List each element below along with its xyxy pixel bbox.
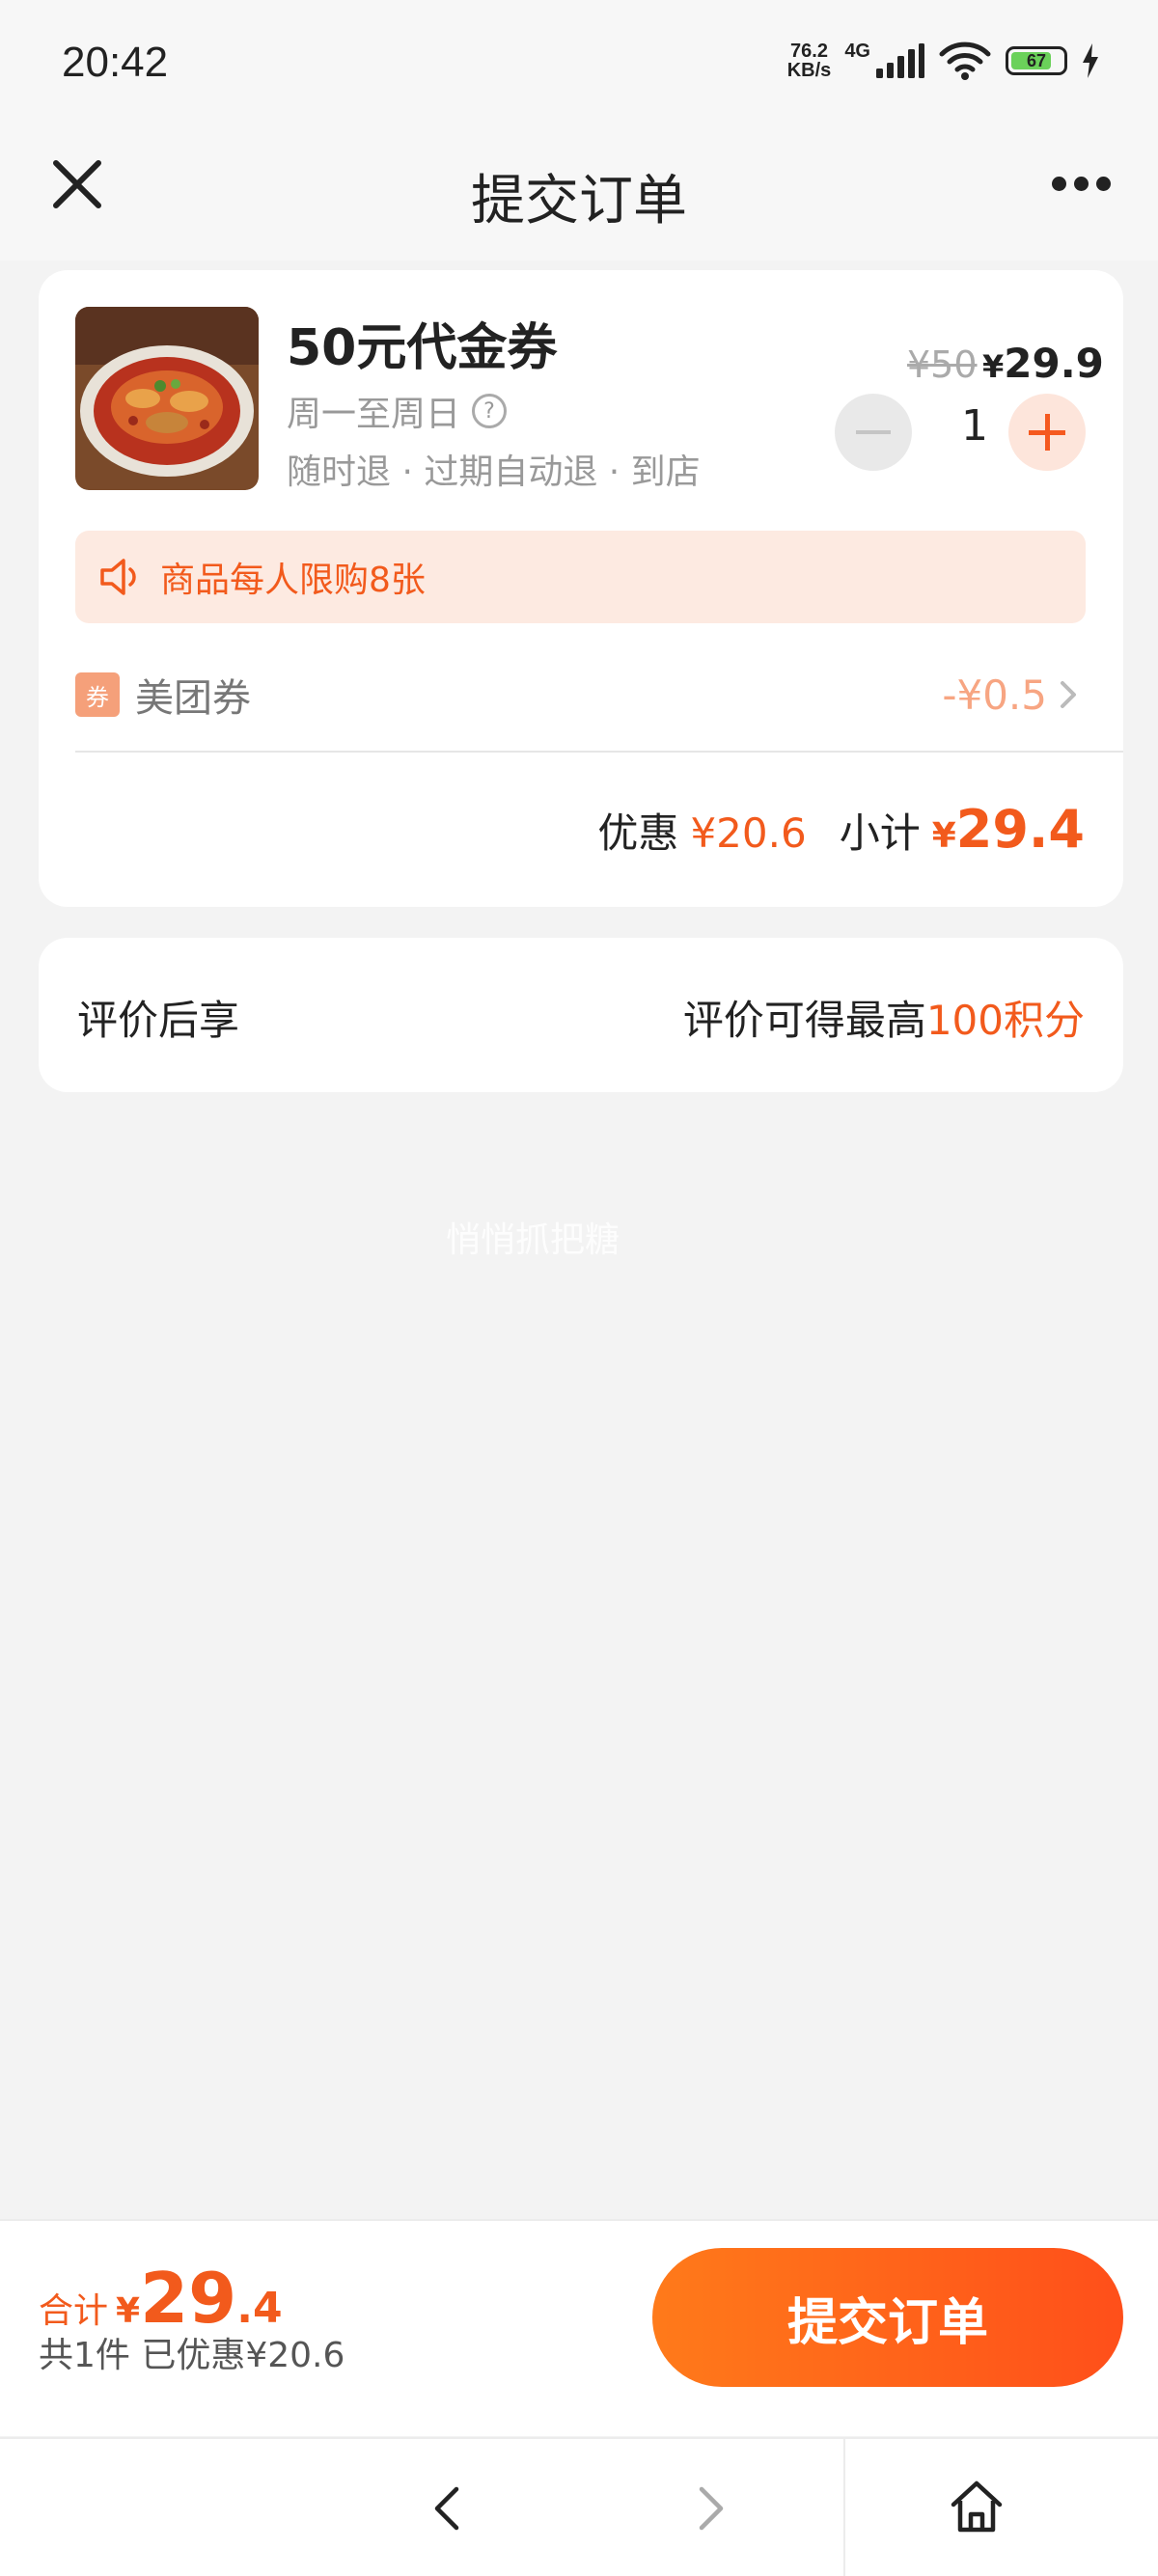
watermark: 悄悄抓把糖 <box>446 1220 620 1260</box>
submit-order-button[interactable]: 提交订单 <box>652 2248 1123 2387</box>
review-reward-points: 100积分 <box>925 997 1085 1044</box>
discount-value: ¥20.6 <box>690 809 807 857</box>
network-type: 4G <box>844 41 870 62</box>
coupon-value: -¥0.5 <box>942 671 1047 719</box>
review-reward-card: 评价后享 评价可得最高100积分 <box>39 938 1123 1092</box>
more-icon[interactable] <box>1042 159 1119 207</box>
order-card: 50元代金券 周一至周日 ? 随时退 · 过期自动退 · 到店 ¥50 ¥29.… <box>39 270 1123 907</box>
subtotal-yen: ¥ <box>931 816 956 856</box>
forward-icon[interactable] <box>680 2480 738 2537</box>
subtotal-value: ¥29.4 <box>932 799 1085 860</box>
status-bar: 20:42 76.2 KB/s 4G 67 <box>0 0 1158 130</box>
status-icons: 76.2 KB/s 4G 67 <box>787 41 1100 81</box>
original-price: ¥50 <box>907 343 978 386</box>
network-speed-value: 76.2 <box>790 41 828 62</box>
help-icon[interactable]: ? <box>472 394 508 428</box>
discount-label: 优惠 <box>597 809 679 857</box>
chevron-right-icon <box>1061 681 1076 708</box>
wifi-icon <box>939 41 991 80</box>
valid-days-text: 周一至周日 <box>287 395 461 434</box>
coupon-tag-icon: 券 <box>75 672 120 717</box>
nav-bar: 提交订单 <box>0 130 1158 260</box>
network-speed-unit: KB/s <box>786 60 832 81</box>
minus-icon <box>856 430 891 434</box>
signal-icon <box>876 43 924 78</box>
speaker-icon <box>100 559 136 595</box>
subtotal-amount: 29.4 <box>955 799 1085 860</box>
quantity-value: 1 <box>961 401 988 451</box>
current-price-yen: ¥ <box>982 348 1005 385</box>
product-tags: 随时退 · 过期自动退 · 到店 <box>287 452 701 492</box>
product-image <box>75 307 259 490</box>
total-label: 合计 <box>39 2291 109 2331</box>
purchase-limit-text: 商品每人限购8张 <box>160 561 426 600</box>
divider <box>843 2439 845 2576</box>
increase-quantity-button[interactable] <box>1008 394 1086 471</box>
review-reward-label: 评价后享 <box>77 997 240 1044</box>
status-time: 20:42 <box>62 39 169 86</box>
current-price: ¥29.9 <box>982 340 1104 387</box>
current-price-value: 29.9 <box>1004 340 1104 387</box>
coupon-row[interactable]: 券 美团券 -¥0.5 <box>75 656 1086 733</box>
valid-days: 周一至周日 ? <box>287 386 508 436</box>
checkout-bar: 合计 ¥ 29 .4 共1件 已优惠¥20.6 提交订单 <box>0 2219 1158 2436</box>
subtotal-label: 小计 <box>839 809 921 857</box>
order-summary: 优惠 ¥20.6 小计 ¥29.4 <box>597 799 1085 860</box>
home-icon[interactable] <box>946 2476 1007 2537</box>
review-reward-info: 评价可得最高100积分 <box>683 988 1085 1047</box>
total-decimal: .4 <box>236 2284 283 2333</box>
network-speed: 76.2 KB/s <box>787 41 832 80</box>
divider <box>75 751 1123 753</box>
coupon-label: 美团券 <box>135 676 251 721</box>
decrease-quantity-button[interactable] <box>835 394 912 471</box>
product-title: 50元代金券 <box>287 319 558 377</box>
back-icon[interactable] <box>420 2480 478 2537</box>
review-reward-prefix: 评价可得最高 <box>682 997 926 1044</box>
browser-nav <box>0 2437 1158 2576</box>
charging-icon <box>1083 43 1098 78</box>
items-info: 共1件 已优惠¥20.6 <box>39 2336 345 2375</box>
purchase-limit-notice: 商品每人限购8张 <box>75 531 1086 623</box>
total-yen: ¥ <box>116 2291 141 2331</box>
battery-level: 67 <box>1026 50 1047 70</box>
page-title: 提交订单 <box>471 170 687 233</box>
battery-icon: 67 <box>1006 46 1067 75</box>
